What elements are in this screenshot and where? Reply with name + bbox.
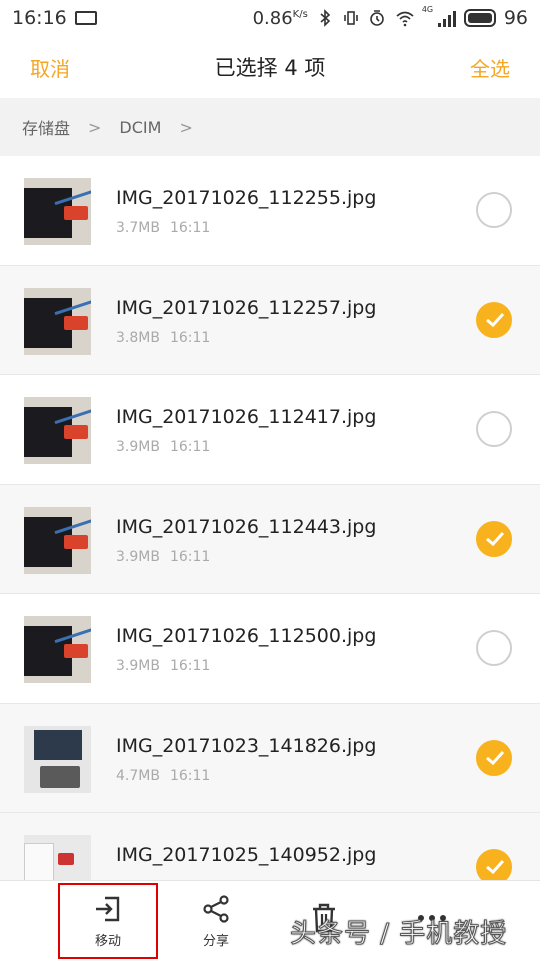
cancel-button[interactable]: 取消 [30, 36, 70, 98]
select-all-button[interactable]: 全选 [470, 36, 510, 98]
file-size: 3.8MB [116, 329, 160, 346]
file-thumbnail [24, 506, 91, 574]
file-meta: 3.9MB 16:11 [116, 439, 210, 455]
file-name: IMG_20171026_112257.jpg [116, 296, 377, 319]
alarm-icon [370, 10, 384, 26]
file-row[interactable]: IMG_20171026_112417.jpg 3.9MB 16:11 [0, 375, 540, 485]
checkmark-icon [486, 312, 505, 327]
checkmark-icon [486, 750, 505, 765]
select-checkbox-checked[interactable] [476, 520, 512, 557]
file-row[interactable]: IMG_20171026_112255.jpg 3.7MB 16:11 [0, 156, 540, 266]
file-name: IMG_20171026_112417.jpg [116, 406, 377, 428]
network-speed-value: 0.86 [252, 7, 293, 29]
select-checkbox[interactable] [476, 192, 512, 228]
chevron-right-icon: > [179, 117, 193, 137]
checkmark-icon [486, 531, 505, 546]
select-checkbox[interactable] [476, 411, 512, 447]
breadcrumb-dcim[interactable]: DCIM [119, 118, 161, 137]
usb-icon [74, 11, 97, 25]
file-meta: 3.9MB 16:11 [116, 658, 210, 674]
select-checkbox-checked[interactable] [476, 739, 512, 776]
network-type-label: 4G [421, 5, 434, 14]
file-name: IMG_20171026_112500.jpg [116, 625, 377, 647]
file-meta: 4.7MB 16:11 [116, 768, 210, 784]
file-name: IMG_20171023_141826.jpg [116, 734, 377, 757]
chevron-right-icon: > [88, 117, 102, 137]
vibrate-icon [344, 11, 358, 25]
file-meta: 3.9MB 16:11 [116, 549, 210, 565]
battery-icon [463, 9, 496, 27]
move-label: 移动 [94, 933, 121, 949]
title-bar: 取消 已选择 4 项 全选 [0, 36, 540, 98]
file-thumbnail [24, 397, 91, 464]
file-list: IMG_20171026_112255.jpg 3.7MB 16:11 IMG_2… [0, 156, 540, 923]
file-time: 16:11 [169, 439, 211, 455]
move-icon [96, 896, 120, 921]
network-speed: 0.86K/s [253, 8, 308, 29]
battery-level: 96 [503, 7, 528, 29]
file-time: 16:11 [169, 220, 211, 236]
share-button[interactable]: 分享 [162, 881, 270, 960]
breadcrumb: 存储盘 > DCIM > [0, 98, 540, 156]
file-time: 16:11 [169, 767, 211, 784]
checkmark-icon [486, 859, 505, 875]
file-size: 3.9MB [116, 658, 160, 674]
status-bar: 16:16 0.86K/s 4G 96 [0, 0, 540, 36]
file-size: 3.9MB [116, 439, 160, 455]
file-thumbnail [24, 725, 91, 793]
file-time: 16:11 [169, 548, 211, 565]
file-meta: 3.8MB 16:11 [116, 330, 210, 346]
file-row[interactable]: IMG_20171023_141826.jpg 4.7MB 16:11 [0, 703, 540, 813]
move-button[interactable]: 移动 [56, 881, 160, 960]
cellular-signal-icon: 4G [422, 5, 456, 27]
select-checkbox[interactable] [476, 630, 512, 666]
file-thumbnail [24, 616, 91, 683]
file-row[interactable]: IMG_20171026_112257.jpg 3.8MB 16:11 [0, 265, 540, 375]
status-right: 0.86K/s 4G 96 [253, 5, 528, 29]
file-meta: 3.7MB 16:11 [116, 220, 210, 236]
wifi-icon [396, 11, 414, 27]
file-size: 4.7MB [116, 767, 160, 784]
file-time: 16:11 [169, 329, 211, 346]
file-row[interactable]: IMG_20171026_112443.jpg 3.9MB 16:11 [0, 484, 540, 594]
file-row[interactable]: IMG_20171026_112500.jpg 3.9MB 16:11 [0, 594, 540, 704]
page-title: 已选择 4 项 [214, 56, 326, 80]
file-name: IMG_20171026_112255.jpg [116, 187, 377, 209]
file-thumbnail [24, 178, 91, 245]
file-name: IMG_20171025_140952.jpg [116, 844, 377, 866]
file-size: 3.7MB [116, 220, 160, 236]
status-time: 16:16 [12, 7, 67, 29]
share-icon [203, 894, 229, 923]
file-name: IMG_20171026_112443.jpg [116, 515, 377, 538]
network-speed-unit: K/s [292, 8, 308, 20]
file-time: 16:11 [169, 658, 211, 674]
file-size: 3.9MB [116, 548, 160, 565]
share-label: 分享 [202, 933, 229, 949]
bluetooth-icon [320, 9, 330, 27]
select-checkbox-checked[interactable] [476, 301, 512, 338]
breadcrumb-storage[interactable]: 存储盘 [22, 115, 70, 139]
file-thumbnail [24, 287, 91, 355]
watermark: 头条号 / 手机教授 [289, 919, 508, 950]
